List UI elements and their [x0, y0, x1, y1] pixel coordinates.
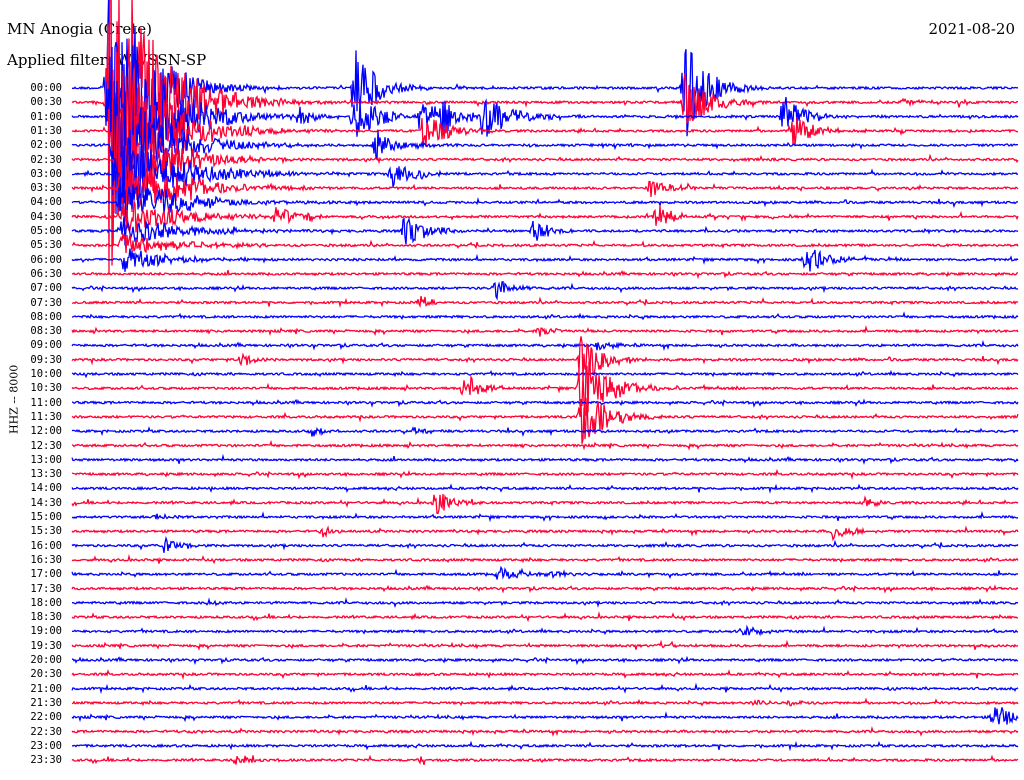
trace-row-2230 [71, 725, 1019, 737]
trace-row-1400 [71, 483, 1019, 494]
trace-row-1230 [71, 439, 1019, 451]
trace-row-1300 [71, 453, 1019, 465]
trace-row-0500 [71, 216, 1019, 246]
trace-row-2000 [72, 655, 1019, 666]
trace-row-1430 [71, 493, 1019, 515]
trace-row-1600 [71, 535, 1019, 553]
helicorder-plot: MN Anogia (Crete) Applied filter: WWSSN-… [0, 0, 1024, 780]
trace-row-1830 [71, 611, 1018, 623]
trace-row-2100 [71, 682, 1019, 695]
trace-row-2030 [71, 669, 1019, 681]
trace-row-0630 [71, 270, 1019, 280]
trace-row-2200 [71, 707, 1019, 725]
trace-row-1000 [71, 369, 1019, 379]
trace-row-1930 [71, 639, 1019, 651]
trace-row-1530 [71, 525, 1019, 542]
trace-row-1900 [71, 624, 1019, 637]
trace-row-0900 [71, 339, 1019, 352]
trace-row-1130 [71, 397, 1019, 444]
trace-row-2130 [71, 697, 1019, 707]
trace-row-0800 [71, 311, 1019, 321]
trace-row-2330 [71, 754, 1019, 766]
trace-row-2300 [71, 740, 1019, 752]
trace-row-0600 [71, 248, 1019, 272]
trace-row-0830 [71, 324, 1019, 337]
trace-row-1200 [71, 426, 1019, 437]
trace-row-0230 [71, 107, 1019, 212]
trace-row-0300 [72, 137, 1019, 211]
trace-row-1630 [71, 553, 1019, 565]
trace-row-1500 [71, 510, 1019, 523]
trace-row-1100 [71, 398, 1019, 408]
trace-row-1330 [71, 468, 1019, 480]
traces [71, 0, 1019, 766]
trace-row-0730 [71, 295, 1019, 309]
trace-row-0430 [71, 200, 1019, 233]
trace-row-0000 [72, 0, 1019, 245]
trace-row-1700 [71, 565, 1019, 580]
trace-row-0700 [71, 280, 1019, 301]
trace-row-0930 [71, 336, 1019, 379]
trace-row-1800 [71, 597, 1019, 609]
trace-row-1730 [71, 584, 1019, 594]
trace-row-0100 [71, 38, 1019, 196]
trace-row-1030 [71, 361, 1019, 416]
